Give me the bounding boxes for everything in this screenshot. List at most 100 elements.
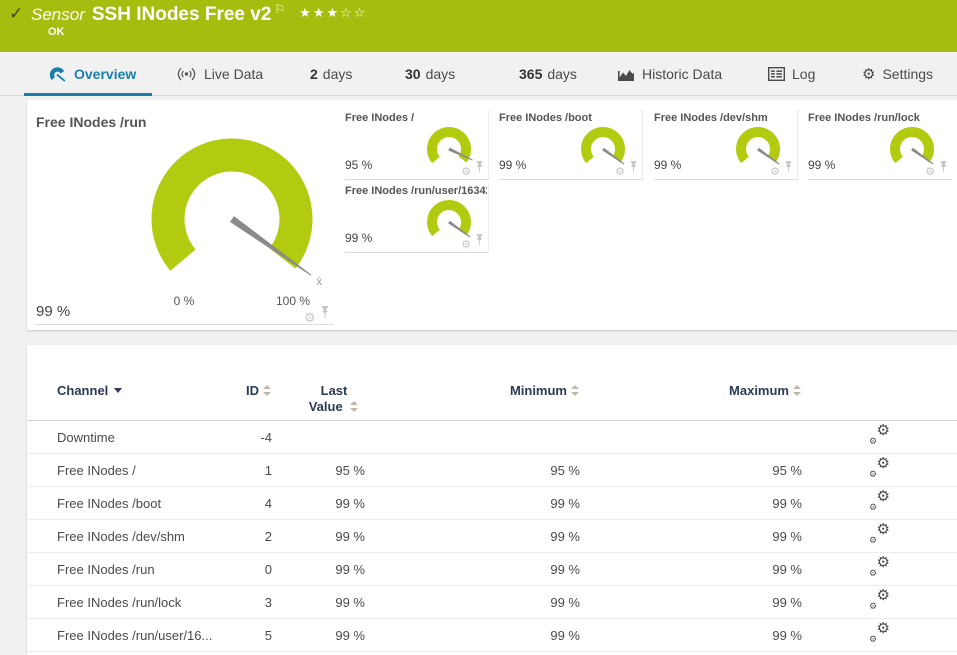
channel-settings-gears-icon[interactable]: ⚙ ⚙ bbox=[869, 456, 890, 479]
channel-last-value-cell: 99 % bbox=[335, 627, 365, 643]
channel-settings-gears-icon[interactable]: ⚙ ⚙ bbox=[869, 555, 890, 578]
table-header-row: Channel ID Last Value Minimum Maximum bbox=[27, 345, 957, 421]
column-header-minimum[interactable]: Minimum bbox=[365, 383, 580, 420]
channel-row[interactable]: Free INodes /run 0 99 % 99 % 99 % ⚙ ⚙ bbox=[27, 553, 957, 586]
tab-label: Settings bbox=[882, 66, 934, 82]
pin-icon[interactable] bbox=[320, 306, 330, 324]
priority-stars[interactable]: ★★★☆☆ bbox=[299, 5, 367, 20]
channel-minimum-cell: 99 % bbox=[550, 594, 580, 610]
channel-name-cell: Free INodes /run/user/16... bbox=[57, 627, 213, 643]
channel-settings-gears-icon[interactable]: ⚙ ⚙ bbox=[869, 621, 890, 644]
channel-row[interactable]: Free INodes /run/lock 3 99 % 99 % 99 % ⚙ ⚙ bbox=[27, 586, 957, 619]
channel-settings-gears-icon[interactable]: ⚙ ⚙ bbox=[869, 423, 890, 446]
sensor-kind-label: Sensor bbox=[31, 5, 85, 24]
channel-name-cell: Free INodes /run bbox=[57, 561, 155, 577]
sort-arrows-icon bbox=[793, 385, 802, 396]
primary-gauge-value: 99 % bbox=[36, 303, 71, 320]
tab-range-number: 365 bbox=[519, 66, 543, 82]
channel-gauge-value: 99 % bbox=[808, 158, 836, 172]
channel-row[interactable]: Free INodes /boot 4 99 % 99 % 99 % ⚙ ⚙ bbox=[27, 487, 957, 520]
channel-row[interactable]: Downtime -4 ⚙ ⚙ bbox=[27, 421, 957, 454]
channel-maximum-cell: 99 % bbox=[772, 528, 802, 544]
gauge-settings-gear-icon[interactable]: ⚙ bbox=[461, 240, 471, 251]
pin-icon[interactable] bbox=[939, 160, 948, 178]
channel-last-value-cell: 99 % bbox=[335, 495, 365, 511]
channel-gauge-tile[interactable]: Free INodes /run/lock 99 % ⚙ bbox=[808, 110, 952, 180]
average-marker: x̄ bbox=[316, 276, 322, 288]
channel-gauge-title: Free INodes /run/lock bbox=[808, 112, 920, 124]
column-header-last-value[interactable]: Last Value bbox=[272, 383, 365, 420]
channel-gauge-title: Free INodes /boot bbox=[499, 112, 592, 124]
gauge-scale-min: 0 % bbox=[173, 294, 195, 308]
channel-last-value-cell: 99 % bbox=[335, 561, 365, 577]
gauge-icon bbox=[48, 66, 67, 83]
channel-gauge-value: 95 % bbox=[345, 158, 373, 172]
pin-icon[interactable] bbox=[784, 160, 793, 178]
channel-settings-gears-icon[interactable]: ⚙ ⚙ bbox=[869, 588, 890, 611]
gauge-settings-gear-icon[interactable]: ⚙ bbox=[925, 167, 935, 178]
channel-id-cell: 2 bbox=[264, 528, 272, 544]
channel-gauge-tile[interactable]: Free INodes /run/user/16342... 99 % ⚙ bbox=[345, 183, 489, 253]
tab-label: Live Data bbox=[204, 66, 264, 82]
area-chart-icon bbox=[617, 67, 635, 82]
gauge-settings-gear-icon[interactable]: ⚙ bbox=[461, 167, 471, 178]
column-header-channel[interactable]: Channel bbox=[27, 383, 237, 420]
pin-icon[interactable] bbox=[475, 160, 484, 178]
tab-365-days[interactable]: 365 days bbox=[519, 52, 577, 96]
tab-historic-data[interactable]: Historic Data bbox=[617, 52, 722, 96]
channel-name-cell: Free INodes /run/lock bbox=[57, 594, 182, 610]
gauges-panel: Free INodes /run x̄ 0 % 100 % 99 % ⚙ Fre… bbox=[27, 100, 957, 330]
tab-2-days[interactable]: 2 days bbox=[310, 52, 352, 96]
tab-label: days bbox=[425, 66, 456, 82]
priority-flag-icon[interactable]: ⚐ bbox=[274, 2, 285, 16]
channel-row[interactable]: Free INodes / 1 95 % 95 % 95 % ⚙ ⚙ bbox=[27, 454, 957, 487]
channel-name-cell: Free INodes / bbox=[57, 462, 136, 478]
channel-maximum-cell: 99 % bbox=[772, 495, 802, 511]
tab-range-number: 2 bbox=[310, 66, 318, 82]
log-icon bbox=[768, 67, 785, 81]
gauge-settings-gear-icon[interactable]: ⚙ bbox=[770, 167, 780, 178]
channel-settings-gears-icon[interactable]: ⚙ ⚙ bbox=[869, 522, 890, 545]
tab-bar: Overview Live Data 2 days 30 days 365 days Histo… bbox=[0, 52, 957, 96]
channel-gauge-tile[interactable]: Free INodes /dev/shm 99 % ⚙ bbox=[654, 110, 798, 180]
channel-gauge-title: Free INodes /dev/shm bbox=[654, 112, 768, 124]
sort-arrows-icon bbox=[571, 385, 580, 396]
channel-gauge-value: 99 % bbox=[654, 158, 682, 172]
tab-label: days bbox=[547, 66, 577, 82]
channel-id-cell: -4 bbox=[260, 429, 272, 445]
gauge-settings-gear-icon[interactable]: ⚙ bbox=[304, 311, 316, 324]
channel-gauge-value: 99 % bbox=[499, 158, 527, 172]
status-ok-check-icon: ✓ bbox=[9, 4, 24, 23]
sensor-header: ✓ Sensor SSH INodes Free v2 ⚐ ★★★☆☆ OK bbox=[0, 0, 957, 52]
tab-settings[interactable]: ⚙ Settings bbox=[862, 52, 933, 96]
channel-id-cell: 4 bbox=[264, 495, 272, 511]
channel-last-value-cell: 99 % bbox=[335, 594, 365, 610]
pin-icon[interactable] bbox=[475, 233, 484, 251]
channel-gauge-tile[interactable]: Free INodes / 95 % ⚙ bbox=[345, 110, 489, 180]
tab-live-data[interactable]: Live Data bbox=[176, 52, 263, 96]
pin-icon[interactable] bbox=[629, 160, 638, 178]
status-badge: OK bbox=[48, 26, 65, 38]
channel-gauge-tile[interactable]: Free INodes /boot 99 % ⚙ bbox=[499, 110, 643, 180]
tab-label: days bbox=[322, 66, 353, 82]
tab-overview[interactable]: Overview bbox=[48, 52, 136, 96]
gauge-settings-gear-icon[interactable]: ⚙ bbox=[615, 167, 625, 178]
column-header-maximum[interactable]: Maximum bbox=[580, 383, 802, 420]
channel-id-cell: 5 bbox=[264, 627, 272, 643]
tab-range-number: 30 bbox=[405, 66, 421, 82]
channel-id-cell: 0 bbox=[264, 561, 272, 577]
sensor-title: SSH INodes Free v2 bbox=[91, 4, 272, 25]
primary-gauge[interactable]: x̄ bbox=[137, 124, 337, 294]
channel-gauge-title: Free INodes /run/user/16342... bbox=[345, 185, 487, 197]
column-header-id[interactable]: ID bbox=[237, 383, 272, 420]
prtg-sensor-overview-page: ✓ Sensor SSH INodes Free v2 ⚐ ★★★☆☆ OK Over… bbox=[0, 0, 957, 655]
tile-separator bbox=[36, 324, 334, 325]
channel-row[interactable]: Free INodes /dev/shm 2 99 % 99 % 99 % ⚙ ⚙ bbox=[27, 520, 957, 553]
broadcast-icon bbox=[176, 66, 197, 82]
tab-log[interactable]: Log bbox=[768, 52, 815, 96]
channel-row[interactable]: Free INodes /run/user/16... 5 99 % 99 % 99 %… bbox=[27, 619, 957, 652]
channel-name-cell: Free INodes /dev/shm bbox=[57, 528, 185, 544]
channel-gauge-value: 99 % bbox=[345, 231, 373, 245]
tab-30-days[interactable]: 30 days bbox=[405, 52, 455, 96]
channel-settings-gears-icon[interactable]: ⚙ ⚙ bbox=[869, 489, 890, 512]
